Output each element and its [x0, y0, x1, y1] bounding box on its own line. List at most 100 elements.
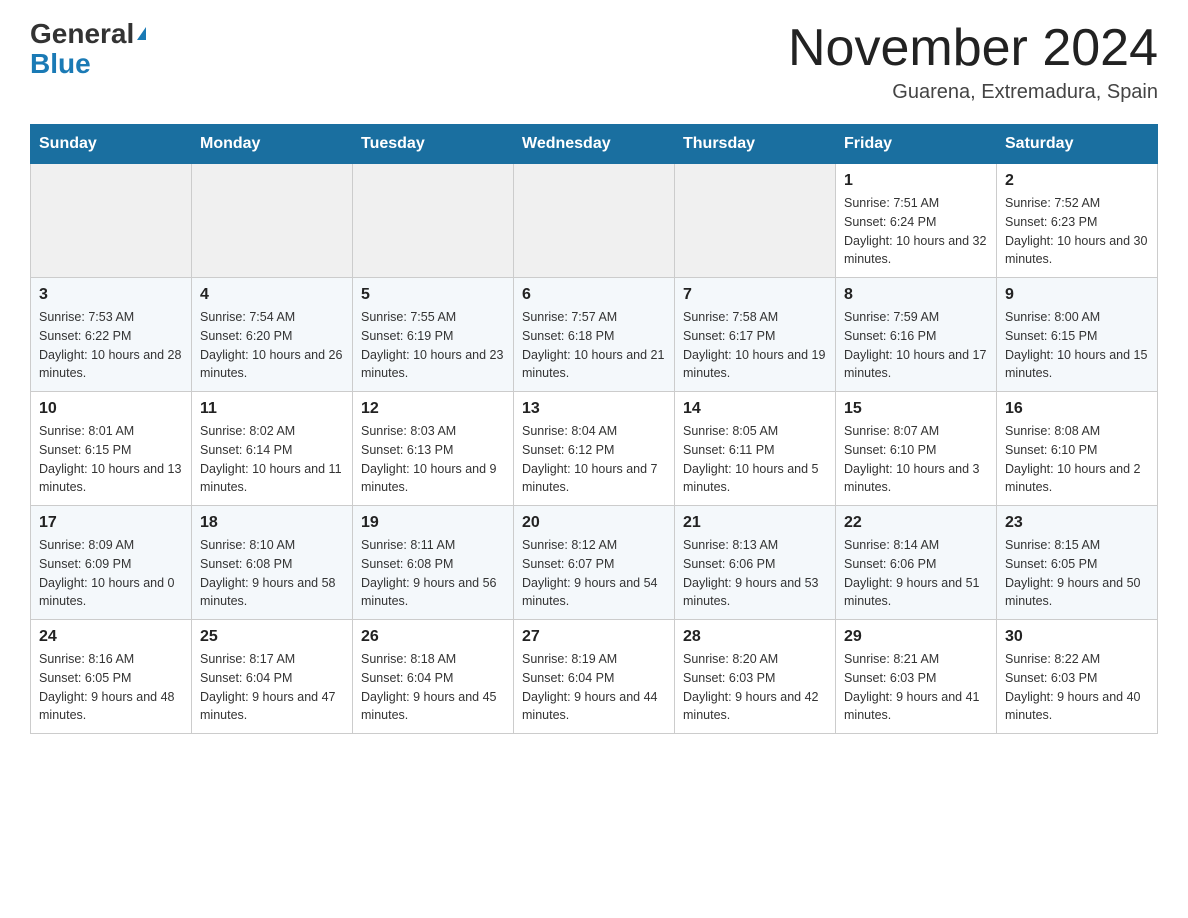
- calendar-cell: 12 Sunrise: 8:03 AMSunset: 6:13 PMDayligh…: [353, 392, 514, 506]
- day-info: Sunrise: 8:09 AMSunset: 6:09 PMDaylight:…: [39, 536, 183, 611]
- calendar-cell: 19 Sunrise: 8:11 AMSunset: 6:08 PMDayligh…: [353, 506, 514, 620]
- day-number: 10: [39, 400, 183, 418]
- calendar-week-row: 1 Sunrise: 7:51 AMSunset: 6:24 PMDaylight…: [31, 164, 1158, 278]
- day-number: 12: [361, 400, 505, 418]
- calendar-table: Sunday Monday Tuesday Wednesday Thursday…: [30, 124, 1158, 734]
- calendar-cell: 13Sunrise: 8:04 AMSunset: 6:12 PMDayligh…: [514, 392, 675, 506]
- day-number: 30: [1005, 628, 1149, 646]
- day-number: 13: [522, 400, 666, 418]
- day-info: Sunrise: 7:51 AMSunset: 6:24 PMDaylight:…: [844, 194, 988, 269]
- calendar-cell: [31, 164, 192, 278]
- day-number: 20: [522, 514, 666, 532]
- calendar-cell: [353, 164, 514, 278]
- day-number: 3: [39, 286, 183, 304]
- calendar-cell: 2 Sunrise: 7:52 AMSunset: 6:23 PMDaylight…: [997, 164, 1158, 278]
- day-info: Sunrise: 8:16 AMSunset: 6:05 PMDaylight:…: [39, 650, 183, 725]
- day-number: 26: [361, 628, 505, 646]
- day-number: 9: [1005, 286, 1149, 304]
- calendar-week-row: 10 Sunrise: 8:01 AMSunset: 6:15 PMDayligh…: [31, 392, 1158, 506]
- calendar-cell: 18 Sunrise: 8:10 AMSunset: 6:08 PMDayligh…: [192, 506, 353, 620]
- col-sunday: Sunday: [31, 125, 192, 164]
- calendar-week-row: 3 Sunrise: 7:53 AMSunset: 6:22 PMDaylight…: [31, 278, 1158, 392]
- col-wednesday: Wednesday: [514, 125, 675, 164]
- location-title: Guarena, Extremadura, Spain: [788, 81, 1158, 104]
- calendar-cell: 7 Sunrise: 7:58 AMSunset: 6:17 PMDaylight…: [675, 278, 836, 392]
- col-thursday: Thursday: [675, 125, 836, 164]
- calendar-cell: 6 Sunrise: 7:57 AMSunset: 6:18 PMDaylight…: [514, 278, 675, 392]
- col-friday: Friday: [836, 125, 997, 164]
- day-info: Sunrise: 7:53 AMSunset: 6:22 PMDaylight:…: [39, 308, 183, 383]
- day-info: Sunrise: 8:18 AMSunset: 6:04 PMDaylight:…: [361, 650, 505, 725]
- day-number: 6: [522, 286, 666, 304]
- day-info: Sunrise: 8:13 AMSunset: 6:06 PMDaylight:…: [683, 536, 827, 611]
- day-number: 14: [683, 400, 827, 418]
- calendar-cell: 9 Sunrise: 8:00 AMSunset: 6:15 PMDaylight…: [997, 278, 1158, 392]
- page-header: General Blue November 2024 Guarena, Extr…: [30, 20, 1158, 104]
- day-info: Sunrise: 7:57 AMSunset: 6:18 PMDaylight:…: [522, 308, 666, 383]
- day-info: Sunrise: 8:02 AMSunset: 6:14 PMDaylight:…: [200, 422, 344, 497]
- day-info: Sunrise: 7:52 AMSunset: 6:23 PMDaylight:…: [1005, 194, 1149, 269]
- calendar-cell: [514, 164, 675, 278]
- day-number: 5: [361, 286, 505, 304]
- day-info: Sunrise: 8:21 AMSunset: 6:03 PMDaylight:…: [844, 650, 988, 725]
- day-info: Sunrise: 8:20 AMSunset: 6:03 PMDaylight:…: [683, 650, 827, 725]
- day-number: 23: [1005, 514, 1149, 532]
- calendar-cell: 22Sunrise: 8:14 AMSunset: 6:06 PMDayligh…: [836, 506, 997, 620]
- day-number: 4: [200, 286, 344, 304]
- day-info: Sunrise: 8:03 AMSunset: 6:13 PMDaylight:…: [361, 422, 505, 497]
- calendar-cell: [192, 164, 353, 278]
- calendar-cell: 17Sunrise: 8:09 AMSunset: 6:09 PMDayligh…: [31, 506, 192, 620]
- col-saturday: Saturday: [997, 125, 1158, 164]
- day-info: Sunrise: 8:17 AMSunset: 6:04 PMDaylight:…: [200, 650, 344, 725]
- calendar-cell: 15 Sunrise: 8:07 AMSunset: 6:10 PMDayligh…: [836, 392, 997, 506]
- title-block: November 2024 Guarena, Extremadura, Spai…: [788, 20, 1158, 104]
- day-number: 8: [844, 286, 988, 304]
- calendar-cell: 28 Sunrise: 8:20 AMSunset: 6:03 PMDayligh…: [675, 620, 836, 734]
- calendar-cell: 25Sunrise: 8:17 AMSunset: 6:04 PMDayligh…: [192, 620, 353, 734]
- calendar-cell: 10 Sunrise: 8:01 AMSunset: 6:15 PMDayligh…: [31, 392, 192, 506]
- day-info: Sunrise: 8:12 AMSunset: 6:07 PMDaylight:…: [522, 536, 666, 611]
- day-info: Sunrise: 8:11 AMSunset: 6:08 PMDaylight:…: [361, 536, 505, 611]
- day-info: Sunrise: 8:22 AMSunset: 6:03 PMDaylight:…: [1005, 650, 1149, 725]
- logo: General Blue: [30, 20, 146, 78]
- day-number: 27: [522, 628, 666, 646]
- day-number: 22: [844, 514, 988, 532]
- logo-general-text: General: [30, 20, 146, 48]
- calendar-cell: 29Sunrise: 8:21 AMSunset: 6:03 PMDayligh…: [836, 620, 997, 734]
- calendar-cell: 3 Sunrise: 7:53 AMSunset: 6:22 PMDaylight…: [31, 278, 192, 392]
- day-number: 21: [683, 514, 827, 532]
- day-info: Sunrise: 8:07 AMSunset: 6:10 PMDaylight:…: [844, 422, 988, 497]
- calendar-week-row: 17Sunrise: 8:09 AMSunset: 6:09 PMDayligh…: [31, 506, 1158, 620]
- calendar-cell: 27Sunrise: 8:19 AMSunset: 6:04 PMDayligh…: [514, 620, 675, 734]
- calendar-header-row: Sunday Monday Tuesday Wednesday Thursday…: [31, 125, 1158, 164]
- day-number: 18: [200, 514, 344, 532]
- col-tuesday: Tuesday: [353, 125, 514, 164]
- calendar-cell: 5 Sunrise: 7:55 AMSunset: 6:19 PMDaylight…: [353, 278, 514, 392]
- day-info: Sunrise: 7:58 AMSunset: 6:17 PMDaylight:…: [683, 308, 827, 383]
- day-info: Sunrise: 8:00 AMSunset: 6:15 PMDaylight:…: [1005, 308, 1149, 383]
- day-number: 7: [683, 286, 827, 304]
- day-number: 19: [361, 514, 505, 532]
- calendar-cell: 11Sunrise: 8:02 AMSunset: 6:14 PMDayligh…: [192, 392, 353, 506]
- day-info: Sunrise: 8:01 AMSunset: 6:15 PMDaylight:…: [39, 422, 183, 497]
- calendar-cell: 24 Sunrise: 8:16 AMSunset: 6:05 PMDayligh…: [31, 620, 192, 734]
- calendar-cell: 16Sunrise: 8:08 AMSunset: 6:10 PMDayligh…: [997, 392, 1158, 506]
- day-number: 1: [844, 172, 988, 190]
- day-number: 15: [844, 400, 988, 418]
- calendar-cell: 1 Sunrise: 7:51 AMSunset: 6:24 PMDaylight…: [836, 164, 997, 278]
- logo-blue-text: Blue: [30, 50, 91, 78]
- day-info: Sunrise: 8:15 AMSunset: 6:05 PMDaylight:…: [1005, 536, 1149, 611]
- day-info: Sunrise: 8:08 AMSunset: 6:10 PMDaylight:…: [1005, 422, 1149, 497]
- calendar-cell: 26 Sunrise: 8:18 AMSunset: 6:04 PMDayligh…: [353, 620, 514, 734]
- day-number: 28: [683, 628, 827, 646]
- day-info: Sunrise: 7:59 AMSunset: 6:16 PMDaylight:…: [844, 308, 988, 383]
- day-number: 24: [39, 628, 183, 646]
- day-number: 2: [1005, 172, 1149, 190]
- calendar-cell: 8 Sunrise: 7:59 AMSunset: 6:16 PMDaylight…: [836, 278, 997, 392]
- calendar-cell: 14Sunrise: 8:05 AMSunset: 6:11 PMDayligh…: [675, 392, 836, 506]
- calendar-cell: [675, 164, 836, 278]
- calendar-cell: 21 Sunrise: 8:13 AMSunset: 6:06 PMDayligh…: [675, 506, 836, 620]
- day-info: Sunrise: 7:54 AMSunset: 6:20 PMDaylight:…: [200, 308, 344, 383]
- day-info: Sunrise: 7:55 AMSunset: 6:19 PMDaylight:…: [361, 308, 505, 383]
- day-info: Sunrise: 8:10 AMSunset: 6:08 PMDaylight:…: [200, 536, 344, 611]
